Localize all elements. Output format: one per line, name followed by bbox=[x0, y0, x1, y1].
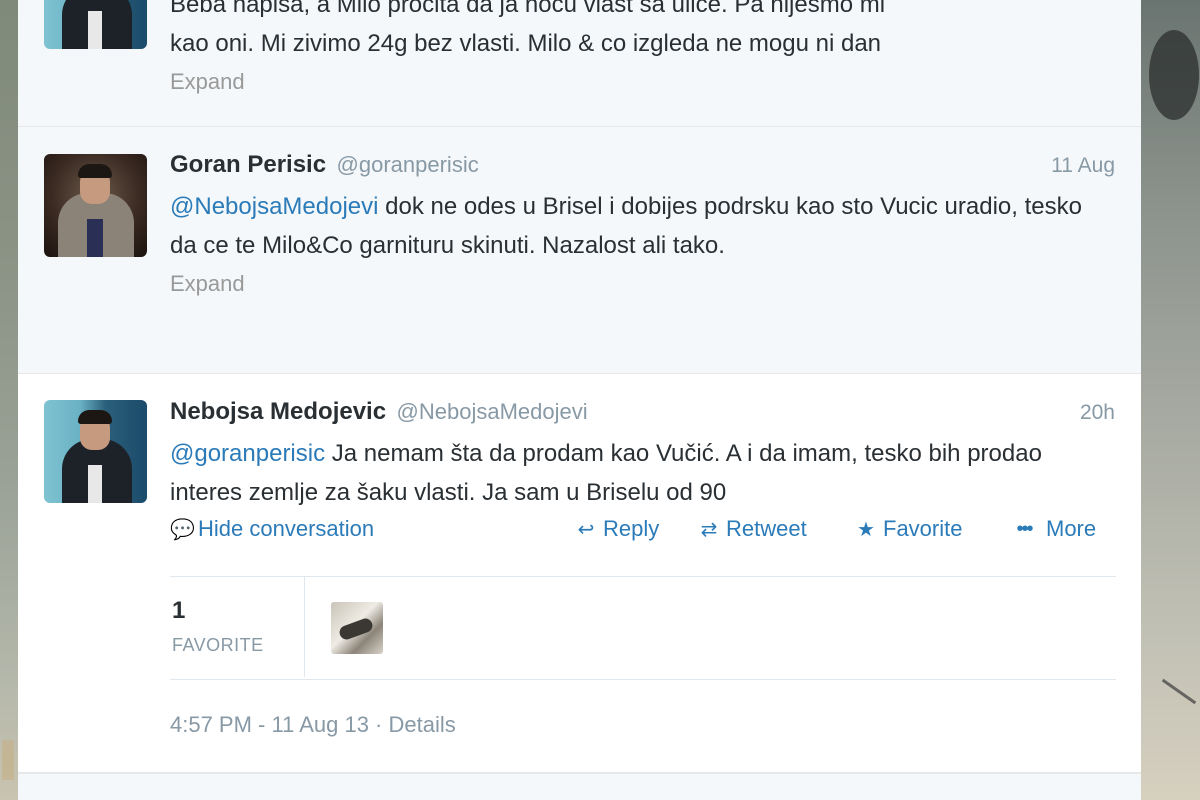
avatar[interactable] bbox=[44, 400, 147, 503]
tweet-fullname[interactable]: Nebojsa Medojevic bbox=[170, 398, 386, 425]
tweet-actions: 💬 Hide conversation ↩ Reply ⇄ Retweet ★ … bbox=[170, 516, 1115, 552]
more-button[interactable]: ••• More bbox=[1008, 516, 1096, 542]
star-icon: ★ bbox=[857, 518, 875, 541]
retweet-button[interactable]: ⇄ Retweet bbox=[698, 516, 807, 542]
background-photo-right bbox=[1141, 0, 1200, 800]
tweet-text-line: kao oni. Mi zivimo 24g bez vlasti. Milo … bbox=[170, 30, 882, 57]
reply-button[interactable]: ↩ Reply bbox=[575, 516, 660, 542]
favorite-count: 1 bbox=[172, 597, 186, 624]
avatar[interactable] bbox=[44, 154, 147, 257]
background-photo-left bbox=[0, 0, 18, 800]
tweet-timestamp[interactable]: 4:57 PM - 11 Aug 13 · Details bbox=[170, 712, 456, 738]
tweet-username[interactable]: @goranperisic bbox=[337, 152, 479, 177]
tweet-stats: 1 FAVORITE bbox=[170, 576, 1116, 680]
tweet-item[interactable]: Goran Perisic @goranperisic 11 Aug @Nebo… bbox=[18, 127, 1141, 374]
retweet-icon: ⇄ bbox=[700, 518, 718, 541]
ellipsis-icon: ••• bbox=[1016, 517, 1033, 540]
mention-link[interactable]: @goranperisic bbox=[170, 440, 325, 467]
favorite-label: FAVORITE bbox=[172, 635, 264, 655]
hide-conversation-button[interactable]: 💬 Hide conversation bbox=[170, 516, 374, 542]
tweet-time[interactable]: 20h bbox=[1080, 401, 1115, 425]
tweet-stream: Beba napisa, a Milo procita da ja nocu v… bbox=[18, 0, 1141, 800]
reply-arrow-icon: ↩ bbox=[577, 518, 595, 541]
expand-link[interactable]: Expand bbox=[170, 69, 1115, 95]
tweet-username[interactable]: @NebojsaMedojevi bbox=[397, 399, 588, 424]
avatar[interactable] bbox=[44, 0, 147, 49]
tweet-item-expanded[interactable]: Nebojsa Medojevic @NebojsaMedojevi 20h @… bbox=[18, 374, 1141, 773]
tweet-time[interactable]: 11 Aug bbox=[1051, 154, 1115, 178]
tweet-fullname[interactable]: Goran Perisic bbox=[170, 151, 326, 178]
tweet-item[interactable] bbox=[18, 773, 1141, 800]
mention-link[interactable]: @NebojsaMedojevi bbox=[170, 193, 378, 220]
favorite-button[interactable]: ★ Favorite bbox=[855, 516, 962, 542]
speech-bubble-icon: 💬 bbox=[170, 518, 195, 541]
tweet-text-line: Beba napisa, a Milo procita da ja nocu v… bbox=[170, 0, 886, 18]
favoriter-avatar[interactable] bbox=[331, 602, 383, 654]
favorites-stat[interactable]: 1 FAVORITE bbox=[170, 577, 305, 677]
tweet-item[interactable]: Beba napisa, a Milo procita da ja nocu v… bbox=[18, 0, 1141, 127]
tweet-text: @NebojsaMedojevi dok ne odes u Brisel i … bbox=[170, 187, 1115, 265]
tweet-text: @goranperisic Ja nemam šta da prodam kao… bbox=[170, 434, 1115, 512]
expand-link[interactable]: Expand bbox=[170, 271, 1115, 297]
